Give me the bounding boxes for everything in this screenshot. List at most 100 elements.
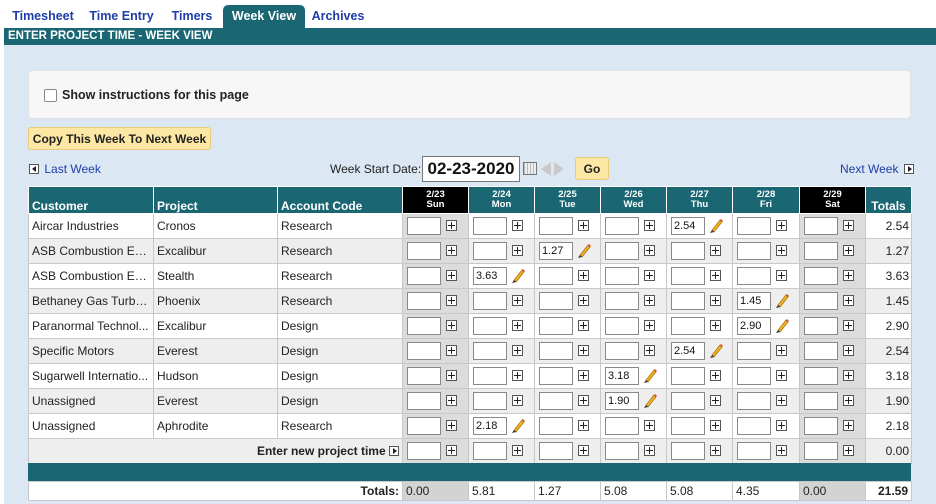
tab-timers[interactable]: Timers <box>164 5 220 27</box>
hours-input[interactable] <box>671 267 705 285</box>
hours-input[interactable] <box>737 242 771 260</box>
add-time-icon[interactable] <box>644 295 655 306</box>
hours-input[interactable] <box>804 392 838 410</box>
show-instructions-label[interactable]: Show instructions for this page <box>62 88 249 102</box>
add-time-icon[interactable] <box>644 420 655 431</box>
add-time-icon[interactable] <box>446 320 457 331</box>
col-project[interactable]: Project <box>153 186 278 214</box>
add-time-icon[interactable] <box>843 220 854 231</box>
hours-input[interactable] <box>804 417 838 435</box>
tab-archives[interactable]: Archives <box>308 5 368 27</box>
hours-input[interactable] <box>539 317 573 335</box>
hours-input[interactable] <box>804 292 838 310</box>
add-time-icon[interactable] <box>776 445 787 456</box>
show-instructions-checkbox[interactable] <box>44 89 57 102</box>
add-time-icon[interactable] <box>843 370 854 381</box>
add-time-icon[interactable] <box>710 395 721 406</box>
add-time-icon[interactable] <box>512 395 523 406</box>
hours-input[interactable] <box>407 317 441 335</box>
edit-pencil-icon[interactable] <box>577 243 591 258</box>
add-time-icon[interactable] <box>644 270 655 281</box>
col-customer[interactable]: Customer <box>28 186 154 214</box>
add-time-icon[interactable] <box>776 395 787 406</box>
add-time-icon[interactable] <box>446 395 457 406</box>
hours-input[interactable] <box>473 217 507 235</box>
add-time-icon[interactable] <box>843 420 854 431</box>
last-week-link[interactable]: Last Week <box>29 162 101 176</box>
add-time-icon[interactable] <box>644 245 655 256</box>
add-time-icon[interactable] <box>710 420 721 431</box>
hours-input[interactable] <box>539 442 573 460</box>
add-time-icon[interactable] <box>843 345 854 356</box>
hours-input[interactable] <box>539 367 573 385</box>
add-time-icon[interactable] <box>843 295 854 306</box>
edit-pencil-icon[interactable] <box>643 393 657 408</box>
hours-input[interactable] <box>804 317 838 335</box>
hours-input[interactable] <box>605 217 639 235</box>
hours-input[interactable] <box>605 267 639 285</box>
hours-input[interactable]: 1.45 <box>737 292 771 310</box>
add-time-icon[interactable] <box>644 220 655 231</box>
add-time-icon[interactable] <box>578 220 589 231</box>
add-time-icon[interactable] <box>512 220 523 231</box>
add-time-icon[interactable] <box>644 345 655 356</box>
hours-input[interactable] <box>737 392 771 410</box>
hours-input[interactable] <box>671 417 705 435</box>
week-start-input[interactable]: 02-23-2020 <box>422 156 520 182</box>
add-time-icon[interactable] <box>776 270 787 281</box>
hours-input[interactable]: 2.54 <box>671 342 705 360</box>
add-time-icon[interactable] <box>776 245 787 256</box>
add-time-icon[interactable] <box>776 345 787 356</box>
edit-pencil-icon[interactable] <box>643 368 657 383</box>
hours-input[interactable] <box>407 442 441 460</box>
hours-input[interactable] <box>407 417 441 435</box>
hours-input[interactable] <box>407 292 441 310</box>
hours-input[interactable] <box>473 392 507 410</box>
hours-input[interactable] <box>605 242 639 260</box>
hours-input[interactable] <box>605 417 639 435</box>
add-time-icon[interactable] <box>512 370 523 381</box>
hours-input[interactable] <box>737 342 771 360</box>
add-time-icon[interactable] <box>710 270 721 281</box>
prev-week-arrow-icon[interactable] <box>541 162 551 176</box>
add-time-icon[interactable] <box>578 345 589 356</box>
hours-input[interactable]: 2.18 <box>473 417 507 435</box>
hours-input[interactable] <box>473 242 507 260</box>
hours-input[interactable] <box>804 267 838 285</box>
hours-input[interactable] <box>804 342 838 360</box>
hours-input[interactable] <box>605 292 639 310</box>
add-time-icon[interactable] <box>710 295 721 306</box>
add-time-icon[interactable] <box>843 245 854 256</box>
add-time-icon[interactable] <box>776 420 787 431</box>
add-time-icon[interactable] <box>578 445 589 456</box>
tab-week-view[interactable]: Week View <box>223 5 305 28</box>
add-time-icon[interactable] <box>512 345 523 356</box>
hours-input[interactable] <box>539 267 573 285</box>
hours-input[interactable] <box>671 442 705 460</box>
hours-input[interactable] <box>473 442 507 460</box>
add-time-icon[interactable] <box>512 295 523 306</box>
add-time-icon[interactable] <box>446 345 457 356</box>
hours-input[interactable] <box>473 317 507 335</box>
add-time-icon[interactable] <box>843 270 854 281</box>
add-time-icon[interactable] <box>446 295 457 306</box>
next-week-link[interactable]: Next Week <box>840 162 914 176</box>
calendar-icon[interactable] <box>523 162 537 175</box>
hours-input[interactable]: 3.18 <box>605 367 639 385</box>
tab-time-entry[interactable]: Time Entry <box>84 5 159 27</box>
edit-pencil-icon[interactable] <box>511 268 525 283</box>
add-time-icon[interactable] <box>710 245 721 256</box>
hours-input[interactable] <box>737 417 771 435</box>
edit-pencil-icon[interactable] <box>709 343 723 358</box>
add-time-icon[interactable] <box>578 395 589 406</box>
add-time-icon[interactable] <box>710 445 721 456</box>
last-week-label[interactable]: Last Week <box>44 162 100 176</box>
go-button[interactable]: Go <box>575 157 609 180</box>
hours-input[interactable] <box>671 317 705 335</box>
hours-input[interactable] <box>671 292 705 310</box>
hours-input[interactable]: 2.54 <box>671 217 705 235</box>
hours-input[interactable] <box>407 217 441 235</box>
hours-input[interactable] <box>407 392 441 410</box>
add-time-icon[interactable] <box>710 320 721 331</box>
add-time-icon[interactable] <box>446 270 457 281</box>
